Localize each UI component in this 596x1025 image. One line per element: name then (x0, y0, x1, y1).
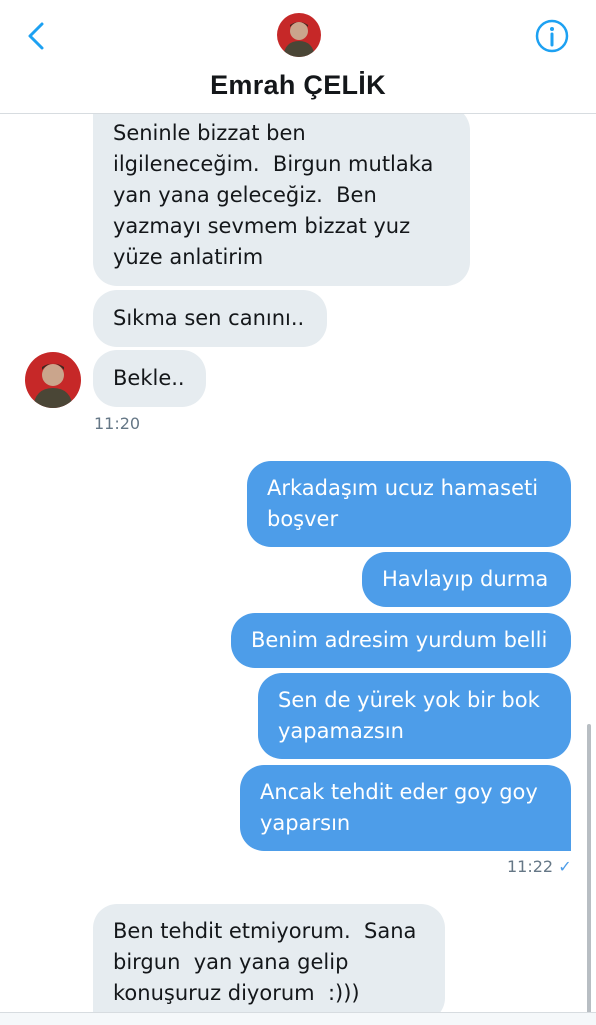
sent-message[interactable]: Havlayıp durma (362, 552, 571, 607)
scrollbar[interactable] (587, 724, 591, 1012)
sent-time: 11:22 (507, 857, 554, 876)
info-icon (535, 19, 569, 53)
message-thread[interactable]: Seninle bizzat ben ilgileneceğim. Birgun… (0, 114, 596, 1012)
conversation-header: Emrah ÇELİK (0, 0, 596, 114)
info-button[interactable] (532, 16, 572, 56)
back-button[interactable] (18, 18, 54, 54)
sent-message[interactable]: Ancak tehdit eder goy goy yaparsın (240, 765, 571, 851)
received-message[interactable]: Sıkma sen canını.. (93, 290, 327, 347)
sent-timestamp: 11:22 ✓ (507, 857, 572, 876)
sent-message[interactable]: Benim adresim yurdum belli (231, 613, 571, 668)
contact-name[interactable]: Emrah ÇELİK (0, 70, 596, 101)
sent-message[interactable]: Sen de yürek yok bir bok yapamazsın (258, 673, 571, 759)
received-message[interactable]: Bekle.. (93, 350, 206, 407)
sent-message[interactable]: Arkadaşım ucuz hamaseti boşver (247, 461, 571, 547)
compose-bar-edge (0, 1012, 596, 1025)
contact-avatar[interactable] (277, 13, 321, 57)
received-message[interactable]: Seninle bizzat ben ilgileneceğim. Birgun… (93, 114, 470, 286)
sent-check-icon: ✓ (558, 857, 572, 876)
chevron-left-icon (28, 22, 44, 50)
received-message[interactable]: Ben tehdit etmiyorum. Sana birgun yan ya… (93, 904, 445, 1012)
sender-avatar[interactable] (25, 352, 81, 408)
received-timestamp: 11:20 (94, 414, 141, 433)
